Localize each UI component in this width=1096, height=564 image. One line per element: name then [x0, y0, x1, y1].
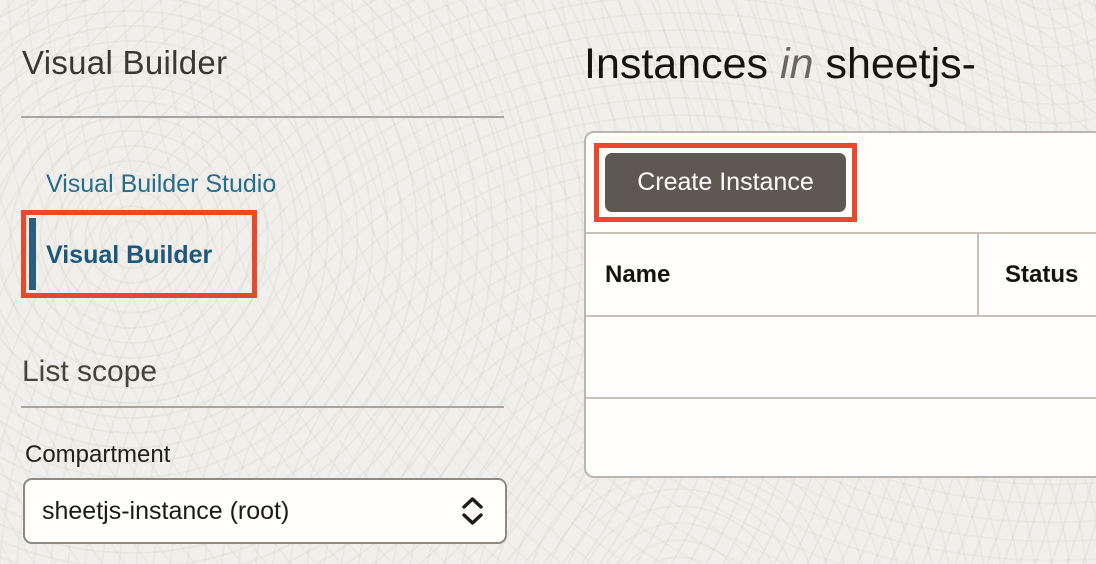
selected-item-indicator-bar — [29, 218, 36, 290]
sidebar: Visual Builder Visual Builder Studio Vis… — [0, 0, 548, 564]
page-title: Instances in sheetjs- — [584, 40, 976, 89]
compartment-label: Compartment — [25, 441, 171, 468]
compartment-select[interactable]: sheetjs-instance (root) — [23, 478, 507, 544]
create-instance-button[interactable]: Create Instance — [605, 153, 846, 212]
annotation-highlight-create-instance: Create Instance — [594, 143, 857, 222]
up-down-chevron-icon — [460, 496, 485, 526]
compartment-select-value: sheetjs-instance (root) — [42, 496, 290, 525]
instances-panel: Create Instance Name Status — [584, 131, 1096, 478]
page-title-scope: sheetjs- — [825, 40, 977, 88]
sidebar-section-title: Visual Builder — [22, 44, 228, 81]
instances-table-header: Name Status — [586, 232, 1096, 315]
table-row — [586, 315, 1096, 397]
sidebar-divider — [21, 116, 504, 118]
page-title-prefix: Instances — [584, 40, 769, 88]
list-scope-divider — [21, 406, 504, 408]
column-header-name: Name — [586, 234, 979, 315]
instances-toolbar: Create Instance — [586, 133, 1096, 232]
table-row — [586, 397, 1096, 476]
sidebar-item-visual-builder[interactable]: Visual Builder — [46, 241, 212, 270]
list-scope-title: List scope — [22, 355, 158, 388]
page-title-connector: in — [780, 40, 814, 88]
sidebar-item-visual-builder-studio[interactable]: Visual Builder Studio — [46, 170, 276, 199]
column-header-status: Status — [1005, 260, 1079, 288]
